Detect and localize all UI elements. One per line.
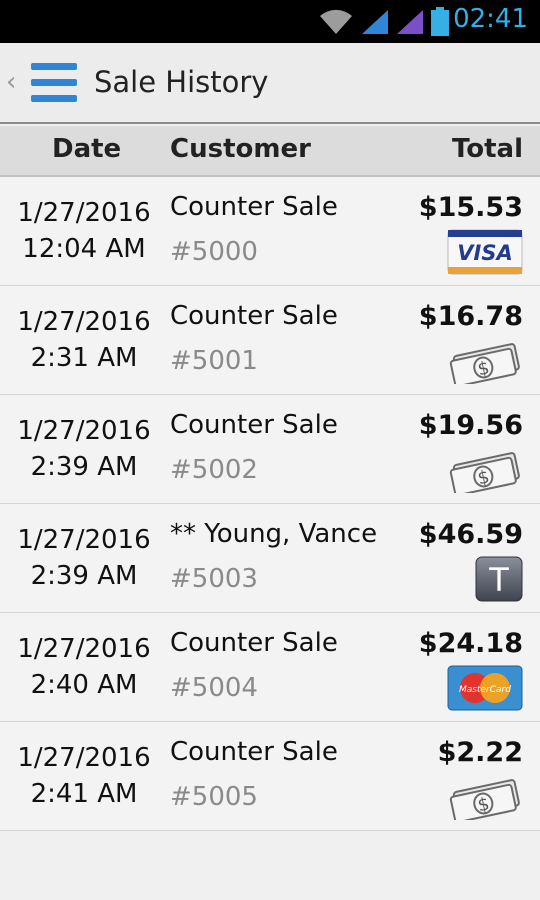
- mastercard-icon: MasterCard: [447, 665, 523, 711]
- sale-total: $16.78: [418, 301, 523, 332]
- sale-customer: Counter Sale: [170, 301, 338, 331]
- tab-letter: T: [488, 561, 509, 599]
- sale-date: 1/27/2016: [17, 525, 151, 555]
- table-header: Date Customer Total: [0, 126, 540, 177]
- hamburger-menu-icon[interactable]: [31, 63, 77, 103]
- sale-customer: Counter Sale: [170, 628, 338, 658]
- sale-date: 1/27/2016: [17, 198, 151, 228]
- status-clock: 02:41: [453, 4, 528, 34]
- sale-order-number: #5000: [170, 237, 258, 267]
- back-chevron-icon[interactable]: ‹: [6, 67, 16, 97]
- sale-time: 12:04 AM: [22, 234, 146, 264]
- sale-row[interactable]: 1/27/2016 2:40 AM Counter Sale #5004 $24…: [0, 613, 540, 722]
- column-header-total[interactable]: Total: [452, 134, 523, 164]
- sale-order-number: #5003: [170, 564, 258, 594]
- sale-time: 2:39 AM: [30, 561, 138, 591]
- sale-date: 1/27/2016: [17, 634, 151, 664]
- sale-row[interactable]: 1/27/2016 2:39 AM Counter Sale #5002 $19…: [0, 395, 540, 504]
- cash-icon: $: [449, 343, 520, 384]
- sale-datetime: 1/27/2016 2:39 AM: [0, 413, 168, 485]
- visa-label: VISA: [457, 241, 512, 265]
- signal-icon-1: [362, 10, 388, 34]
- sale-order-number: #5001: [170, 346, 258, 376]
- sale-total: $19.56: [418, 410, 523, 441]
- sale-datetime: 1/27/2016 2:39 AM: [0, 522, 168, 594]
- sale-time: 2:31 AM: [30, 343, 138, 373]
- page-title: Sale History: [94, 65, 269, 99]
- sale-row[interactable]: 1/27/2016 2:39 AM ** Young, Vance #5003 …: [0, 504, 540, 613]
- sale-total: $24.18: [418, 628, 523, 659]
- sale-list: 1/27/2016 12:04 AM Counter Sale #5000 $1…: [0, 177, 540, 831]
- sale-datetime: 1/27/2016 12:04 AM: [0, 195, 168, 267]
- sale-row[interactable]: 1/27/2016 12:04 AM Counter Sale #5000 $1…: [0, 177, 540, 286]
- sale-time: 2:39 AM: [30, 452, 138, 482]
- sale-time: 2:40 AM: [30, 670, 138, 700]
- sale-datetime: 1/27/2016 2:31 AM: [0, 304, 168, 376]
- sale-order-number: #5004: [170, 673, 258, 703]
- sale-datetime: 1/27/2016 2:40 AM: [0, 631, 168, 703]
- cash-icon: $: [449, 779, 520, 820]
- sale-date: 1/27/2016: [17, 416, 151, 446]
- tab-account-icon: T: [475, 556, 523, 602]
- battery-icon: [431, 7, 449, 36]
- sale-time: 2:41 AM: [30, 779, 138, 809]
- column-header-customer[interactable]: Customer: [170, 134, 311, 164]
- sale-total: $2.22: [437, 737, 523, 768]
- action-bar: ‹ Sale History: [0, 43, 540, 124]
- visa-card-icon: VISA: [447, 229, 523, 275]
- sale-order-number: #5002: [170, 455, 258, 485]
- mastercard-label: MasterCard: [459, 685, 511, 695]
- sale-total: $46.59: [418, 519, 523, 550]
- sale-row[interactable]: 1/27/2016 2:31 AM Counter Sale #5001 $16…: [0, 286, 540, 395]
- sale-customer: Counter Sale: [170, 192, 338, 222]
- wifi-icon: [320, 9, 352, 34]
- sale-date: 1/27/2016: [17, 743, 151, 773]
- sale-customer: Counter Sale: [170, 410, 338, 440]
- sale-date: 1/27/2016: [17, 307, 151, 337]
- signal-icon-2: [397, 10, 423, 34]
- cash-icon: $: [449, 452, 520, 493]
- sale-total: $15.53: [418, 192, 523, 223]
- sale-datetime: 1/27/2016 2:41 AM: [0, 740, 168, 812]
- status-bar: 02:41: [0, 0, 540, 43]
- sale-customer: Counter Sale: [170, 737, 338, 767]
- sale-order-number: #5005: [170, 782, 258, 812]
- sale-row[interactable]: 1/27/2016 2:41 AM Counter Sale #5005 $2.…: [0, 722, 540, 831]
- sale-customer: ** Young, Vance: [170, 519, 378, 549]
- column-header-date[interactable]: Date: [52, 134, 121, 164]
